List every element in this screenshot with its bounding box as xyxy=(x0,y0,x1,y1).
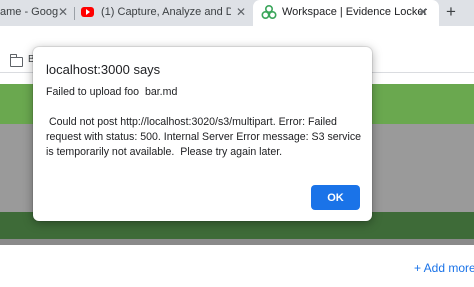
page-divider xyxy=(0,239,474,245)
ok-button[interactable]: OK xyxy=(311,185,360,210)
browser-window: ame - Goog ✕ (1) Capture, Analyze and De… xyxy=(0,0,474,287)
tab-title: (1) Capture, Analyze and Debu xyxy=(101,6,231,18)
new-tab-button[interactable]: + xyxy=(446,2,456,22)
tab-title: ame - Goog xyxy=(0,6,59,18)
dialog-message: Failed to upload foo bar.md Could not po… xyxy=(46,86,362,158)
close-icon[interactable]: ✕ xyxy=(58,5,68,19)
close-icon[interactable]: ✕ xyxy=(236,5,246,19)
tab-strip: ame - Goog ✕ (1) Capture, Analyze and De… xyxy=(0,0,474,26)
dialog-origin-title: localhost:3000 says xyxy=(46,62,161,77)
alert-dialog: localhost:3000 says Failed to upload foo… xyxy=(33,47,372,221)
tab-google[interactable]: ame - Goog ✕ xyxy=(0,0,74,26)
tab-youtube[interactable]: (1) Capture, Analyze and Debu ✕ xyxy=(75,0,253,26)
add-more-link[interactable]: + Add more xyxy=(414,261,474,275)
tab-evidence-locker[interactable]: Workspace | Evidence Locker ✕ xyxy=(253,0,439,26)
folder-icon[interactable] xyxy=(10,54,23,67)
close-icon[interactable]: ✕ xyxy=(418,5,428,19)
evidence-locker-icon xyxy=(261,4,277,20)
tab-title: Workspace | Evidence Locker xyxy=(282,6,428,18)
youtube-icon xyxy=(81,7,94,17)
